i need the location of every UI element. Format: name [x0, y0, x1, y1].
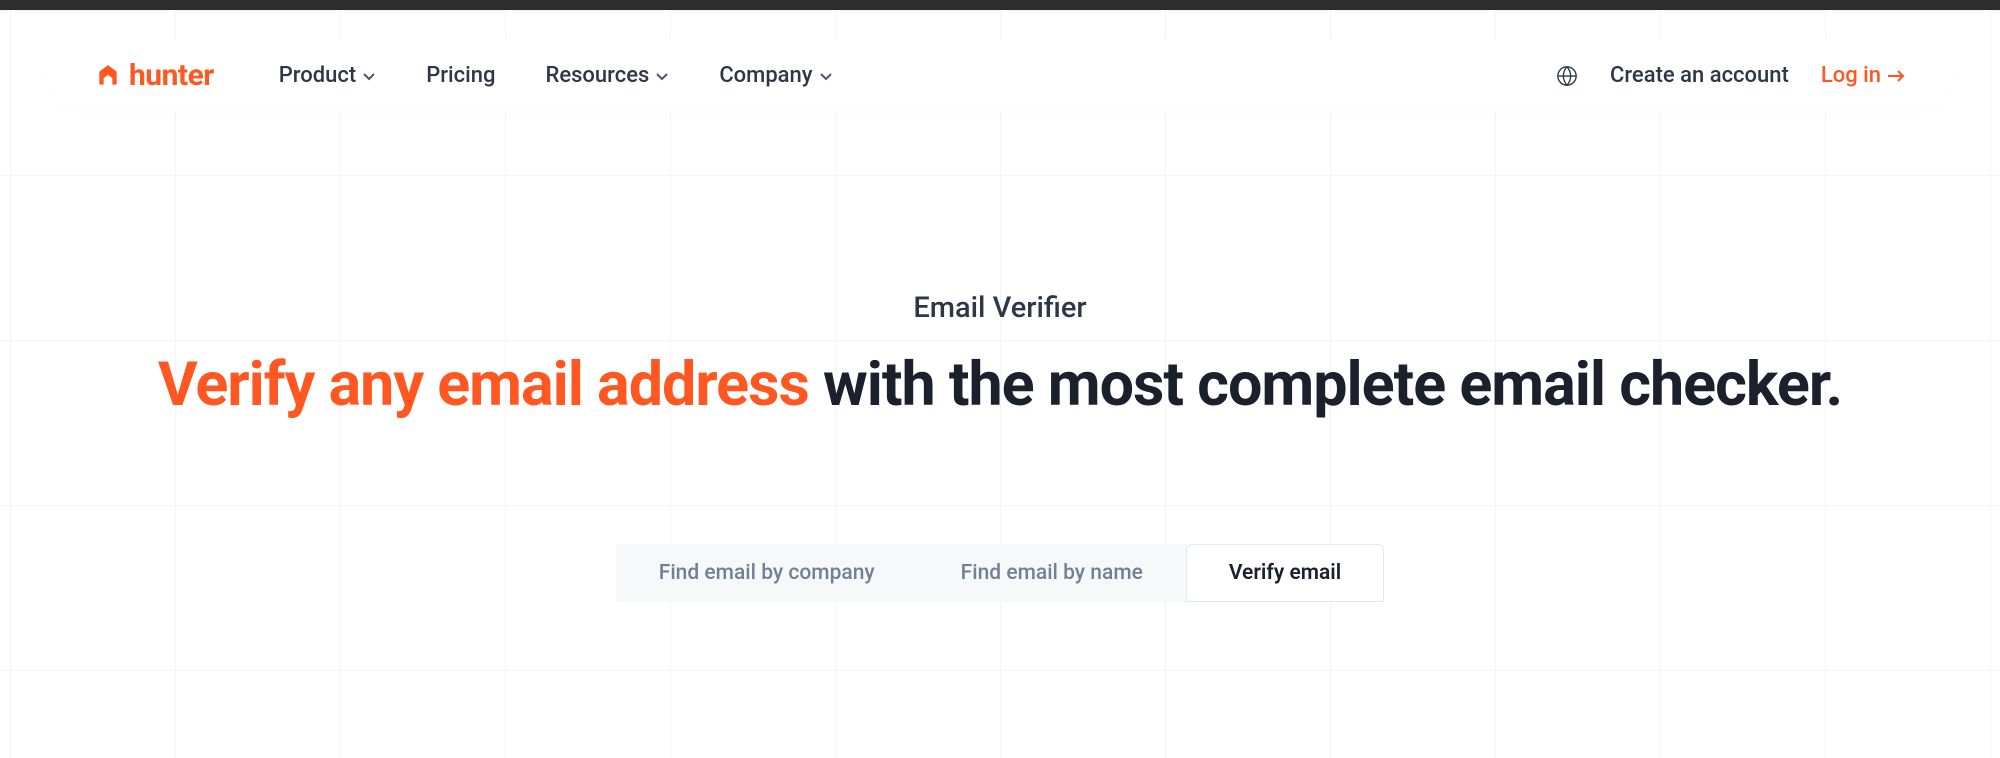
- headline-accent: Verify any email address: [158, 348, 809, 420]
- nav-pricing-label: Pricing: [426, 63, 495, 88]
- main-content: Email Verifier Verify any email address …: [0, 291, 2000, 602]
- nav-product-label: Product: [279, 63, 356, 88]
- nav-company-label: Company: [719, 63, 812, 88]
- chevron-down-icon: [819, 69, 833, 83]
- main-nav: Product Pricing Resources Company: [279, 63, 833, 88]
- main-header: hunter Product Pricing Resources Company: [45, 40, 1955, 111]
- logo-text: hunter: [129, 58, 214, 93]
- login-label: Log in: [1821, 63, 1881, 88]
- headline-rest: with the most complete email checker.: [809, 348, 1842, 420]
- hunter-logo-icon: [95, 63, 121, 89]
- create-account-link[interactable]: Create an account: [1610, 63, 1789, 88]
- nav-resources[interactable]: Resources: [545, 63, 669, 88]
- page-subtitle: Email Verifier: [0, 291, 2000, 325]
- nav-product[interactable]: Product: [279, 63, 376, 88]
- header-right: Create an account Log in: [1556, 63, 1905, 88]
- logo[interactable]: hunter: [95, 58, 214, 93]
- tab-find-by-name[interactable]: Find email by name: [918, 544, 1186, 602]
- globe-icon[interactable]: [1556, 65, 1578, 87]
- login-link[interactable]: Log in: [1821, 63, 1905, 88]
- arrow-right-icon: [1887, 69, 1905, 83]
- search-tabs: Find email by company Find email by name…: [0, 544, 2000, 602]
- tab-verify-email[interactable]: Verify email: [1186, 544, 1384, 602]
- chevron-down-icon: [362, 69, 376, 83]
- nav-pricing[interactable]: Pricing: [426, 63, 495, 88]
- browser-top-bar: [0, 0, 2000, 10]
- page-headline: Verify any email address with the most c…: [0, 345, 2000, 424]
- nav-resources-label: Resources: [545, 63, 649, 88]
- tab-find-by-company[interactable]: Find email by company: [616, 544, 918, 602]
- chevron-down-icon: [655, 69, 669, 83]
- nav-company[interactable]: Company: [719, 63, 832, 88]
